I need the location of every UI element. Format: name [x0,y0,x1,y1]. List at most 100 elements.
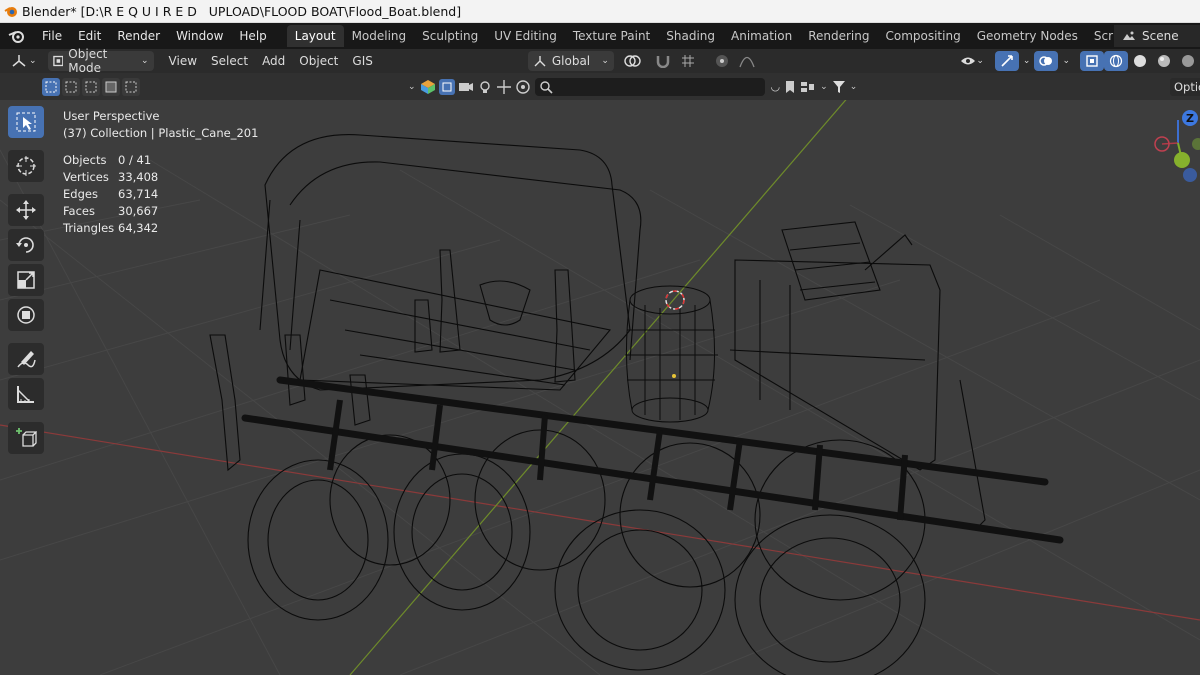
empty-filter-icon[interactable] [496,79,512,95]
tool-shelf [8,106,46,454]
chevron-down-icon[interactable]: ⌄ [1023,56,1031,66]
menu-file[interactable]: File [34,23,70,49]
menu-gis[interactable]: GIS [347,51,377,71]
mesh-filter-icon[interactable] [438,78,455,95]
snap-target-button[interactable] [676,51,704,71]
pivot-point-button[interactable] [618,51,650,71]
select-subtract-icon[interactable] [82,77,100,96]
rotate-tool[interactable] [8,229,44,261]
other-filter-icon[interactable] [515,79,531,95]
transform-tool[interactable] [8,299,44,331]
tab-texture-paint[interactable]: Texture Paint [565,25,658,47]
scale-tool[interactable] [8,264,44,296]
view-eye-icon [961,57,976,65]
tab-geometry-nodes[interactable]: Geometry Nodes [969,25,1086,47]
stat-label: Edges [63,187,98,201]
workspace-tabs: Layout Modeling Sculpting UV Editing Tex… [286,23,1180,49]
selection-mode-buttons [42,77,140,96]
tab-rendering[interactable]: Rendering [800,25,877,47]
menu-help[interactable]: Help [231,23,274,49]
tab-shading[interactable]: Shading [658,25,723,47]
transform-orientation-selector[interactable]: Global ⌄ [527,51,614,71]
gizmo-icon [1001,55,1013,67]
camera-filter-icon[interactable] [458,79,474,95]
solid-sphere-icon [1134,55,1146,67]
select-invert-icon[interactable] [102,77,120,96]
global-axes-icon [534,56,546,67]
tab-uv-editing[interactable]: UV Editing [486,25,565,47]
funnel-icon[interactable] [832,80,846,94]
menu-add[interactable]: Add [257,51,290,71]
viewport-gizmo-button[interactable]: ⌄ [955,51,989,71]
gizmo-y [1174,152,1190,168]
gizmo-toggle[interactable] [994,51,1019,71]
chevron-down-icon: ⌄ [29,56,37,66]
mode-selector[interactable]: Object Mode ⌄ [47,47,154,75]
menu-render[interactable]: Render [109,23,168,49]
measure-tool[interactable] [8,378,44,410]
chevron-down-icon[interactable]: ⌄ [850,82,858,92]
shading-rendered[interactable] [1176,51,1200,71]
menu-view[interactable]: View [164,51,202,71]
chevron-down-icon[interactable]: ⌄ [408,82,416,92]
material-sphere-icon [1158,55,1170,67]
options-button[interactable]: Optio [1170,78,1200,96]
snap-toggle[interactable] [650,51,676,71]
chevron-down-icon[interactable]: ⌄ [820,82,828,92]
menu-edit[interactable]: Edit [70,23,109,49]
stat-label: Triangles [63,221,115,235]
tab-layout[interactable]: Layout [286,25,344,47]
blender-menu-icon[interactable] [0,29,34,43]
gizmo-z-label: Z [1186,112,1194,125]
tab-compositing[interactable]: Compositing [877,25,968,47]
filter-dropdown-icon[interactable]: ◡ [771,80,781,93]
menu-window[interactable]: Window [168,23,231,49]
overlays-toggle[interactable] [1034,51,1059,71]
shading-material[interactable] [1152,51,1176,71]
xray-icon [1086,55,1098,67]
select-box-tool[interactable] [8,106,44,138]
tab-animation[interactable]: Animation [723,25,800,47]
gizmo-neg-z [1183,168,1197,182]
search-input[interactable] [534,77,765,96]
light-filter-icon[interactable] [477,79,493,95]
search-icon [539,80,553,94]
falloff-button[interactable] [734,51,760,71]
move-tool[interactable] [8,194,44,226]
cursor-tool[interactable] [8,150,44,182]
select-extend-icon[interactable] [62,77,80,96]
chevron-down-icon: ⌄ [141,56,149,66]
tab-sculpting[interactable]: Sculpting [414,25,486,47]
chevron-down-icon[interactable]: ⌄ [1062,56,1070,66]
rendered-sphere-icon [1182,55,1194,67]
annotate-tool[interactable] [8,343,44,375]
add-cube-tool[interactable] [8,422,44,454]
tab-modeling[interactable]: Modeling [344,25,415,47]
measure-icon [17,386,34,403]
object-type-icon[interactable] [420,79,436,95]
tool-settings-bar: ⌄ ◡ ⌄ ⌄ [0,73,1200,100]
bookmark-icon[interactable] [784,80,796,94]
transform-icon [17,306,35,324]
viewport-header: ⌄ Object Mode ⌄ View Select Add Object G… [0,47,1200,75]
scene-selector[interactable]: Scene [1114,25,1200,47]
menu-object[interactable]: Object [294,51,343,71]
editor-type-button[interactable]: ⌄ [6,51,42,71]
shading-solid[interactable] [1128,51,1152,71]
move-icon [16,200,36,220]
xray-toggle[interactable] [1080,51,1104,71]
shading-wireframe[interactable] [1104,51,1128,71]
navigation-gizmo[interactable]: Z [1140,108,1200,188]
stat-label: Objects [63,153,107,167]
stat-value: 64,342 [118,221,159,235]
select-intersect-icon[interactable] [122,77,140,96]
menu-select[interactable]: Select [206,51,253,71]
chevron-down-icon: ⌄ [976,56,984,66]
sort-icon[interactable] [800,80,816,94]
proportional-edit-toggle[interactable] [710,51,734,71]
wireframe-sphere-icon [1109,54,1123,68]
select-new-icon[interactable] [42,77,60,96]
stat-value: 33,408 [118,170,159,184]
rotate-icon [16,237,34,253]
axes-icon [12,55,26,67]
